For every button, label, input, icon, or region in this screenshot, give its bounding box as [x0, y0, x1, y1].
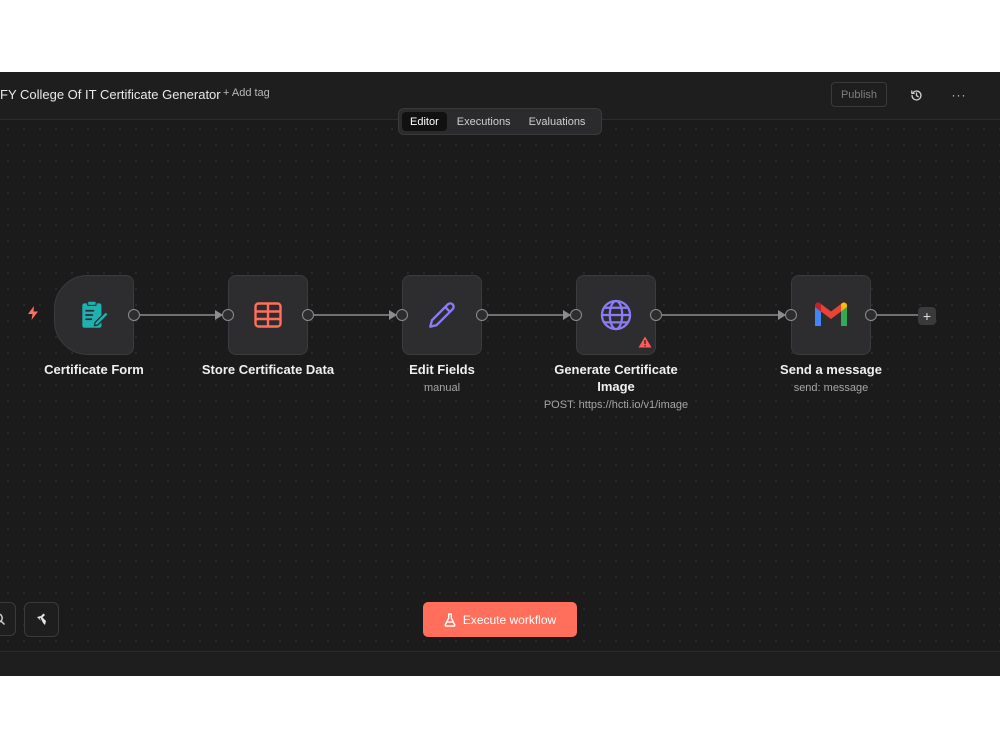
tab-executions[interactable]: Executions [449, 112, 519, 131]
add-node-button[interactable]: + [918, 307, 936, 325]
pencil-icon [429, 302, 455, 328]
node-send-a-message[interactable] [791, 275, 871, 355]
tab-editor[interactable]: Editor [402, 112, 447, 131]
node-subtitle: POST: https://hcti.io/v1/image [543, 399, 689, 411]
execute-workflow-label: Execute workflow [462, 612, 557, 627]
output-handle[interactable] [650, 309, 662, 321]
node-label: Store Certificate Data [201, 362, 335, 377]
input-handle[interactable] [785, 309, 797, 321]
node-label: Certificate Form [44, 362, 144, 377]
output-handle[interactable] [865, 309, 877, 321]
input-handle[interactable] [222, 309, 234, 321]
output-handle[interactable] [128, 309, 140, 321]
warning-icon[interactable] [638, 336, 652, 348]
trigger-bolt-icon [28, 306, 38, 320]
output-handle[interactable] [476, 309, 488, 321]
globe-icon [600, 299, 632, 331]
zoom-icon [0, 613, 6, 626]
workflow-editor: FY College Of IT Certificate Generator +… [0, 72, 1000, 676]
node-label: Edit Fields [409, 362, 475, 377]
node-subtitle: send: message [793, 382, 869, 394]
flask-icon [444, 612, 456, 627]
zoom-button[interactable] [0, 602, 16, 636]
broom-icon [36, 613, 46, 625]
gmail-icon [815, 302, 847, 326]
output-handle[interactable] [302, 309, 314, 321]
form-icon [82, 300, 110, 328]
input-handle[interactable] [396, 309, 408, 321]
execute-workflow-button[interactable]: Execute workflow [423, 602, 577, 637]
tab-evaluations[interactable]: Evaluations [521, 112, 594, 131]
node-subtitle: manual [423, 382, 461, 394]
node-certificate-form[interactable] [54, 275, 134, 355]
view-tabs: Editor Executions Evaluations [398, 108, 602, 135]
input-handle[interactable] [570, 309, 582, 321]
node-edit-fields[interactable] [402, 275, 482, 355]
tidy-up-button[interactable] [24, 602, 59, 637]
node-store-certificate-data[interactable] [228, 275, 308, 355]
table-icon [254, 302, 282, 328]
node-label: Send a message [780, 362, 882, 377]
node-label: Generate Certificate Image [554, 362, 678, 394]
